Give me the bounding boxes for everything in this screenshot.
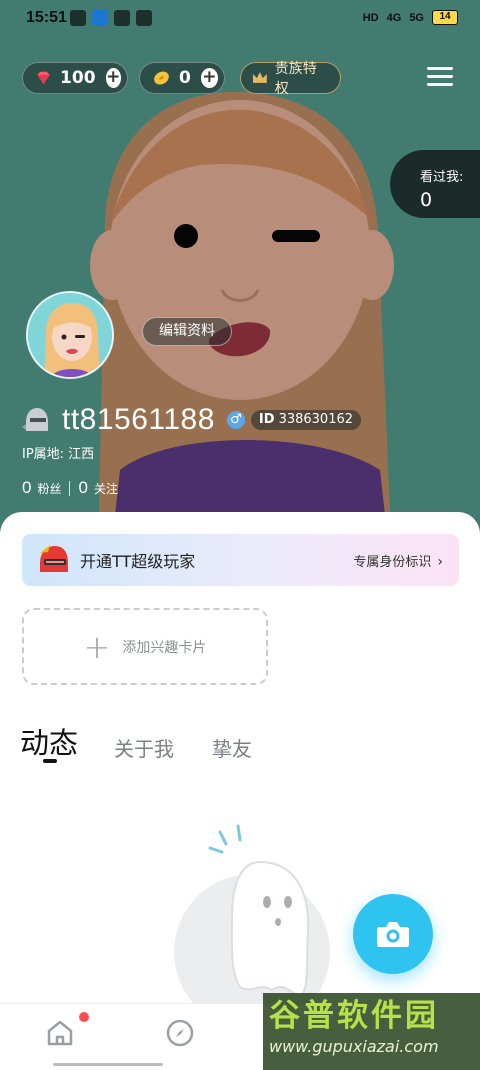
red-gem-icon — [37, 71, 50, 85]
gems-balance-button[interactable]: 100 + — [22, 62, 128, 94]
fans-label[interactable]: 粉丝 — [37, 480, 61, 497]
super-player-banner[interactable]: 开通TT超级玩家 专属身份标识 › — [22, 534, 459, 586]
robot-helmet-icon — [40, 545, 68, 572]
noble-label: 贵族特权 — [274, 61, 317, 97]
gold-bean-icon — [154, 71, 169, 85]
ip-location: IP属地: 江西 — [22, 443, 94, 462]
status-notification-icons — [70, 10, 152, 26]
app-notification-icon — [92, 10, 108, 26]
active-tab-indicator — [43, 759, 57, 763]
tab-close-friends[interactable]: 挚友 — [212, 733, 252, 762]
gesture-bar — [53, 1063, 163, 1066]
user-id-value: 338630162 — [278, 412, 354, 427]
ip-value: 江西 — [68, 447, 95, 462]
exclusive-identity-link[interactable]: 专属身份标识 › — [353, 551, 443, 570]
gems-count: 100 — [60, 68, 96, 88]
visitors-label: 看过我: — [420, 170, 464, 185]
beans-balance-button[interactable]: 0 + — [139, 62, 225, 94]
profile-tabs: 动态 关于我 挚友 — [20, 720, 290, 762]
add-beans-icon[interactable]: + — [200, 68, 218, 88]
tab-moments[interactable]: 动态 — [20, 720, 78, 762]
compass-icon[interactable] — [165, 1018, 195, 1048]
plus-icon: + — [83, 627, 111, 666]
visitors-count: 0 — [420, 189, 433, 211]
camera-icon — [377, 922, 409, 947]
noble-privilege-button[interactable]: 贵族特权 — [240, 61, 341, 97]
signal-label: 5G — [409, 11, 424, 24]
hamburger-menu-icon[interactable] — [422, 62, 458, 90]
avatar-illustration — [28, 293, 112, 377]
status-time: 15:51 — [26, 9, 67, 26]
exclusive-identity-label: 专属身份标识 — [353, 554, 432, 570]
profile-content-sheet: 开通TT超级玩家 专属身份标识 › + 添加兴趣卡片 动态 关于我 挚友 — [0, 512, 480, 1070]
super-player-title: 开通TT超级玩家 — [80, 552, 196, 571]
id-prefix: ID — [258, 412, 275, 427]
status-bar: 15:51 HD 4G 5G 14 — [0, 0, 480, 38]
status-right-icons: HD 4G 5G 14 — [363, 10, 458, 25]
fans-count[interactable]: 0 — [22, 478, 31, 498]
mail-icon — [114, 10, 130, 26]
knight-helmet-badge-icon — [22, 408, 48, 431]
watermark-title: 谷普软件园 — [269, 998, 439, 1034]
camera-post-button[interactable] — [353, 894, 433, 974]
follow-stats: 0 粉丝 0 关注 — [22, 478, 118, 498]
username: tt81561188 — [62, 403, 215, 436]
following-label[interactable]: 关注 — [94, 480, 118, 497]
home-icon[interactable] — [45, 1018, 75, 1048]
empty-state-ghost-illustration — [174, 824, 330, 1012]
signal-label: HD — [362, 11, 379, 24]
battery-icon: 14 — [432, 10, 458, 25]
add-gems-icon[interactable]: + — [105, 68, 121, 88]
chevron-right-icon: › — [437, 553, 443, 570]
watermark: 谷普软件园 www.gupuxiazai.com — [263, 993, 480, 1070]
signal-label: 4G — [386, 11, 402, 24]
tab-about-me[interactable]: 关于我 — [114, 733, 174, 762]
add-interest-card-button[interactable]: + 添加兴趣卡片 — [22, 608, 268, 685]
edit-profile-button[interactable]: 编辑资料 — [142, 317, 232, 346]
crown-icon — [252, 72, 267, 83]
male-gender-icon: ♂ — [226, 411, 245, 429]
avatar[interactable] — [26, 291, 114, 379]
add-interest-card-label: 添加兴趣卡片 — [122, 639, 207, 656]
notification-dot — [79, 1012, 89, 1022]
user-id-tag[interactable]: ID 338630162 — [250, 410, 362, 430]
divider — [69, 480, 71, 496]
watermark-url: www.gupuxiazai.com — [269, 1037, 439, 1056]
visitors-panel[interactable]: 看过我: 0 — [390, 150, 480, 218]
username-row: tt81561188 ♂ ID 338630162 — [20, 398, 362, 442]
following-count[interactable]: 0 — [78, 478, 87, 498]
beans-count: 0 — [178, 68, 191, 88]
app-notification-icon — [136, 10, 152, 26]
ip-label: IP属地: — [22, 447, 65, 462]
app-notification-icon — [70, 10, 86, 26]
